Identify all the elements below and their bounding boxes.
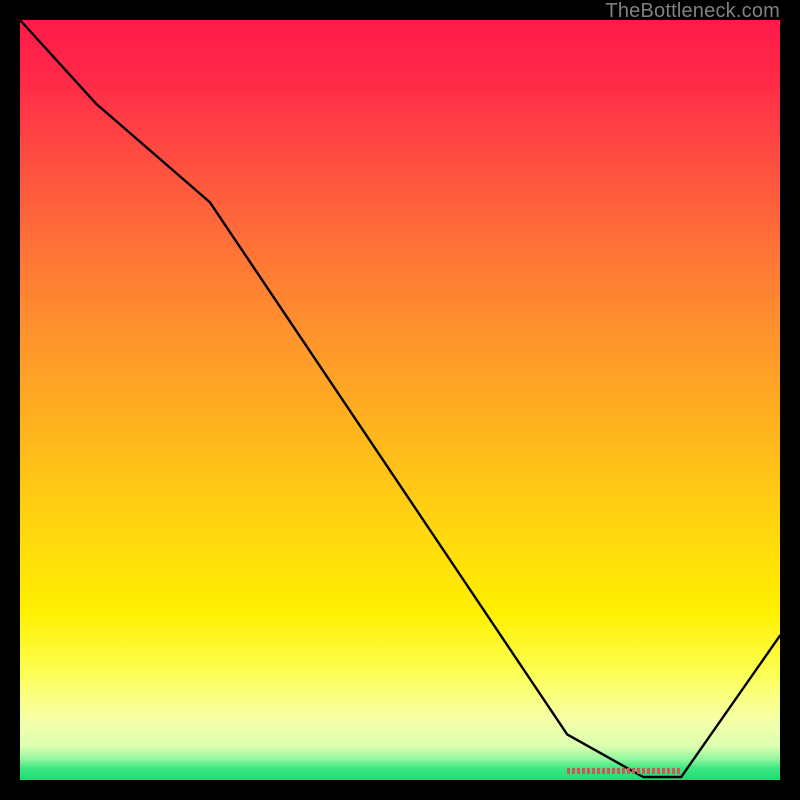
watermark-text: TheBottleneck.com <box>605 0 780 23</box>
chart-plot-area <box>20 20 780 780</box>
bottleneck-curve <box>20 20 780 780</box>
minimum-marker <box>567 768 681 774</box>
